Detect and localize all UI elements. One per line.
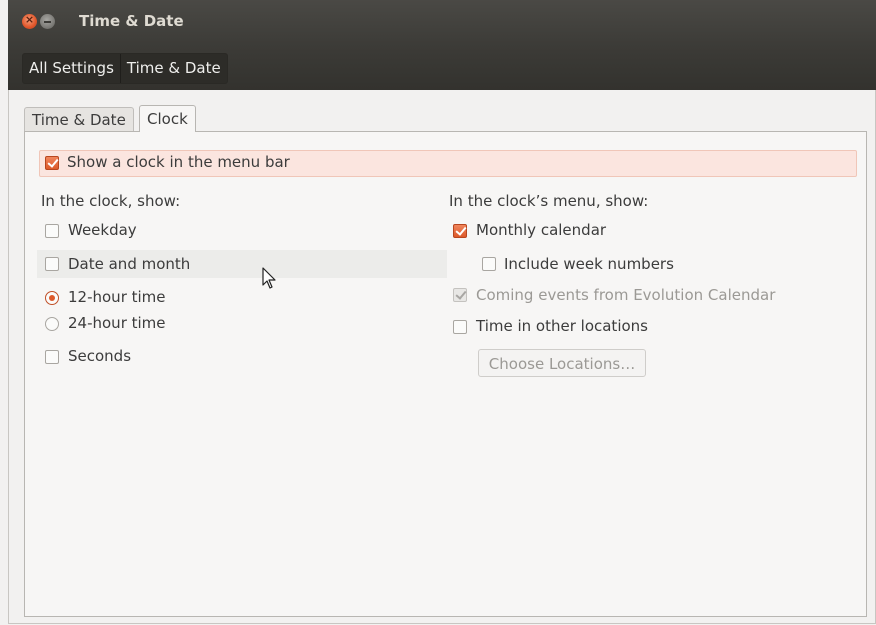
tab-clock[interactable]: Clock (139, 105, 196, 132)
events-label: Coming events from Evolution Calendar (476, 286, 776, 304)
other-locations-checkbox[interactable] (453, 320, 467, 334)
minimize-window-button[interactable] (40, 14, 55, 29)
weekday-label[interactable]: Weekday (68, 221, 137, 239)
tab-time-date[interactable]: Time & Date (24, 107, 134, 132)
show-clock-checkbox[interactable] (45, 156, 59, 170)
12-hour-label[interactable]: 12-hour time (68, 288, 166, 306)
date-month-checkbox[interactable] (45, 257, 59, 271)
events-checkbox (453, 288, 467, 302)
week-numbers-label[interactable]: Include week numbers (504, 255, 674, 273)
week-numbers-checkbox[interactable] (482, 257, 496, 271)
seconds-checkbox[interactable] (45, 350, 59, 364)
close-window-button[interactable]: × (22, 13, 37, 29)
weekday-checkbox[interactable] (45, 224, 59, 238)
seconds-label[interactable]: Seconds (68, 347, 131, 365)
show-clock-label[interactable]: Show a clock in the menu bar (67, 153, 290, 171)
breadcrumb-all-settings[interactable]: All Settings (23, 54, 120, 83)
24-hour-radio[interactable] (45, 317, 59, 331)
mouse-cursor-icon (262, 267, 276, 289)
24-hour-label[interactable]: 24-hour time (68, 314, 166, 332)
minimize-icon (44, 21, 51, 23)
clock-menu-heading: In the clock’s menu, show: (449, 192, 649, 210)
monthly-calendar-label[interactable]: Monthly calendar (476, 221, 606, 239)
monthly-calendar-checkbox[interactable] (453, 224, 467, 238)
window-title: Time & Date (79, 12, 184, 30)
breadcrumb: All Settings Time & Date (22, 53, 228, 84)
other-locations-label[interactable]: Time in other locations (476, 317, 648, 335)
choose-locations-button: Choose Locations… (478, 349, 646, 377)
clock-show-heading: In the clock, show: (41, 192, 181, 210)
date-month-label[interactable]: Date and month (68, 255, 190, 273)
breadcrumb-time-date[interactable]: Time & Date (119, 54, 227, 83)
12-hour-radio[interactable] (45, 291, 59, 305)
close-icon: × (24, 13, 35, 26)
